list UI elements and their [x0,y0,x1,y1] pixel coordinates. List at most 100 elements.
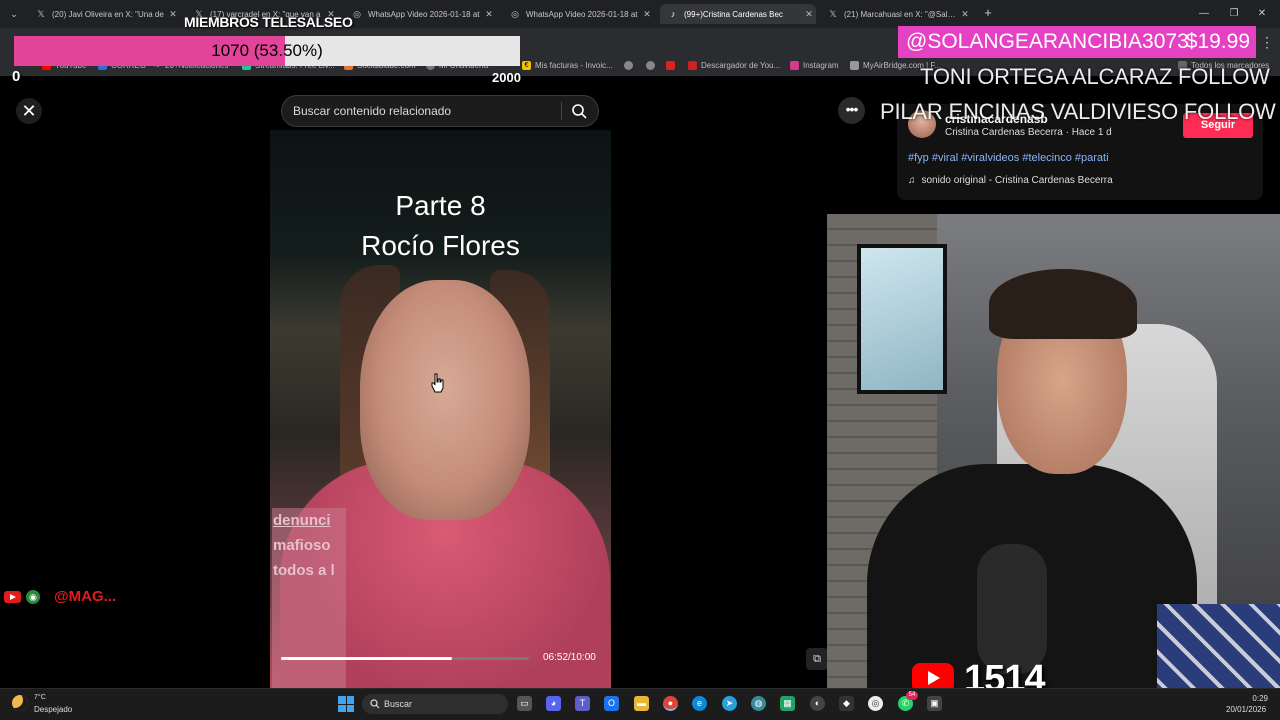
video-title-line: Parte 8 [395,190,486,221]
cloud-icon [850,61,859,70]
tab-search-chevron-icon[interactable]: ⌄ [6,6,22,22]
tab-label: WhatsApp Video 2026-01-18 at [526,9,638,19]
miniplayer-icon[interactable]: ⧉ [806,648,828,670]
video-seek-progress [281,657,453,660]
bookmark[interactable] [666,61,679,70]
search-icon [370,699,380,709]
members-goal-title: MIEMBROS TELESALSEO [184,14,353,30]
follow-alert: PILAR ENCINAS VALDIVIESO FOLLOW [880,99,1276,124]
hand-cursor-icon [431,373,444,393]
globe-icon [624,61,633,70]
related-search-box[interactable] [281,95,599,127]
webcam-microphone [977,544,1047,674]
member-badge-icon: ◉ [26,590,40,604]
outlook-icon[interactable]: O [604,696,619,711]
chrome-icon[interactable]: ● [663,696,678,711]
taskbar-search[interactable]: Buscar [362,694,508,714]
video-title-overlay: Parte 8 Rocío Flores [270,186,611,266]
instagram-icon [790,61,799,70]
members-goal-bar: 1070 (53.50%) [14,36,520,66]
browser-tab[interactable]: 𝕏 (21) Marcahuasi en X: "@Salom ✕ [820,4,972,24]
chat-username: @MAG... [54,588,117,605]
author-subtitle: Cristina Cardenas Becerra · Hace 1 d [945,127,1112,138]
obs-icon[interactable]: ◐ [810,696,825,711]
tab-close-icon[interactable]: ✕ [640,9,654,20]
app-icon[interactable]: ◎ [868,696,883,711]
weather-temp[interactable]: 7°C [34,694,46,701]
whatsapp-badge: 54 [906,691,918,700]
webcam-person-hair [989,269,1137,339]
webcam-feed [827,214,1280,688]
globe-icon: ◎ [353,9,361,19]
teams-icon[interactable]: T [575,696,590,711]
donation-user: @SOLANGEARANCIBIA3073 [906,30,1189,53]
tab-close-icon[interactable]: ✕ [482,9,496,20]
related-search-input[interactable] [293,96,553,126]
app-icon[interactable]: ◆ [839,696,854,711]
video-seek-bar[interactable] [281,657,529,660]
follow-alert: TONI ORTEGA ALCARAZ FOLLOW [920,64,1270,89]
globe-icon: ◎ [511,9,519,19]
hashtags[interactable]: #fyp #viral #viralvideos #telecinco #par… [908,152,1109,164]
globe-icon[interactable]: ◍ [751,696,766,711]
download-icon [688,61,697,70]
more-options-button[interactable]: ••• [838,97,865,124]
tab-label: WhatsApp Video 2026-01-18 at [368,9,480,19]
windows-start-icon[interactable] [338,696,354,712]
bookmark[interactable] [624,61,637,70]
invoice-icon: € [522,61,531,70]
members-goal-text: 1070 (53.50%) [211,41,323,60]
x-icon: 𝕏 [829,9,837,19]
tab-label: (20) Javi Oliveira en X: "Una de [52,9,164,19]
tiktok-icon: ♪ [670,9,676,19]
donation-amount: $19.99 [1185,30,1250,53]
moon-icon[interactable] [12,695,28,711]
file-explorer-icon[interactable]: ▬ [634,696,649,711]
members-goal-max: 2000 [492,70,521,85]
edge-icon[interactable]: e [692,696,707,711]
new-tab-button[interactable]: + [980,5,996,21]
tab-close-icon[interactable]: ✕ [166,9,180,20]
minimize-button[interactable]: — [1194,6,1214,22]
app-icon[interactable]: ▣ [927,696,942,711]
spreadsheet-icon[interactable]: ▦ [780,696,795,711]
tab-close-icon[interactable]: ✕ [802,9,816,20]
tab-label: (21) Marcahuasi en X: "@Salom [844,9,958,19]
window-close-button[interactable]: ✕ [1252,6,1272,22]
discord-icon[interactable]: ◕ [546,696,561,711]
bookmark[interactable]: € Mis facturas - Invoic... [522,61,613,70]
task-view-icon[interactable]: ▭ [517,696,532,711]
members-goal-min: 0 [12,68,21,85]
video-title-line: Rocío Flores [361,230,520,261]
download-icon [666,61,675,70]
close-video-button[interactable]: ✕ [16,98,42,124]
bookmark[interactable]: Instagram [790,61,839,70]
x-icon: 𝕏 [37,9,45,19]
clock-time[interactable]: 0:29 [1250,694,1268,703]
tab-close-icon[interactable]: ✕ [958,9,972,20]
browser-tab[interactable]: ◎ WhatsApp Video 2026-01-18 at ✕ [502,4,654,24]
clock-date[interactable]: 20/01/2026 [1226,705,1266,714]
weather-desc[interactable]: Despejado [34,705,72,714]
search-icon[interactable] [571,103,587,119]
search-divider [561,102,562,120]
video-player[interactable]: Parte 8 Rocío Flores denunci mafioso tod… [270,130,611,688]
bookmark[interactable] [646,61,659,70]
bookmark[interactable]: Descargador de You... [688,61,780,70]
webcam-plaid-sleeve [1157,604,1280,688]
video-caption: denunci mafioso todos a l [273,512,335,579]
taskbar-search-label: Buscar [384,699,413,709]
video-frame-face [360,280,530,520]
maximize-button[interactable]: ❐ [1224,6,1244,22]
tab-label: (99+)Cristina Cardenas Bec [684,9,783,19]
sound-link[interactable]: ♫ sonido original - Cristina Cardenas Bec… [908,175,1113,186]
youtube-icon [4,591,21,603]
browser-tab[interactable]: 𝕏 (20) Javi Oliveira en X: "Una de ✕ [28,4,180,24]
donation-alert: @SOLANGEARANCIBIA3073 $19.99 [898,26,1256,58]
browser-tab[interactable]: ◎ WhatsApp Video 2026-01-18 at ✕ [344,4,496,24]
browser-tab-active[interactable]: ♪ (99+)Cristina Cardenas Bec ✕ [660,4,816,24]
webcam-monitor [857,244,947,394]
telegram-icon[interactable]: ➤ [722,696,737,711]
browser-menu-icon[interactable]: ⋮ [1260,34,1274,51]
globe-icon [646,61,655,70]
